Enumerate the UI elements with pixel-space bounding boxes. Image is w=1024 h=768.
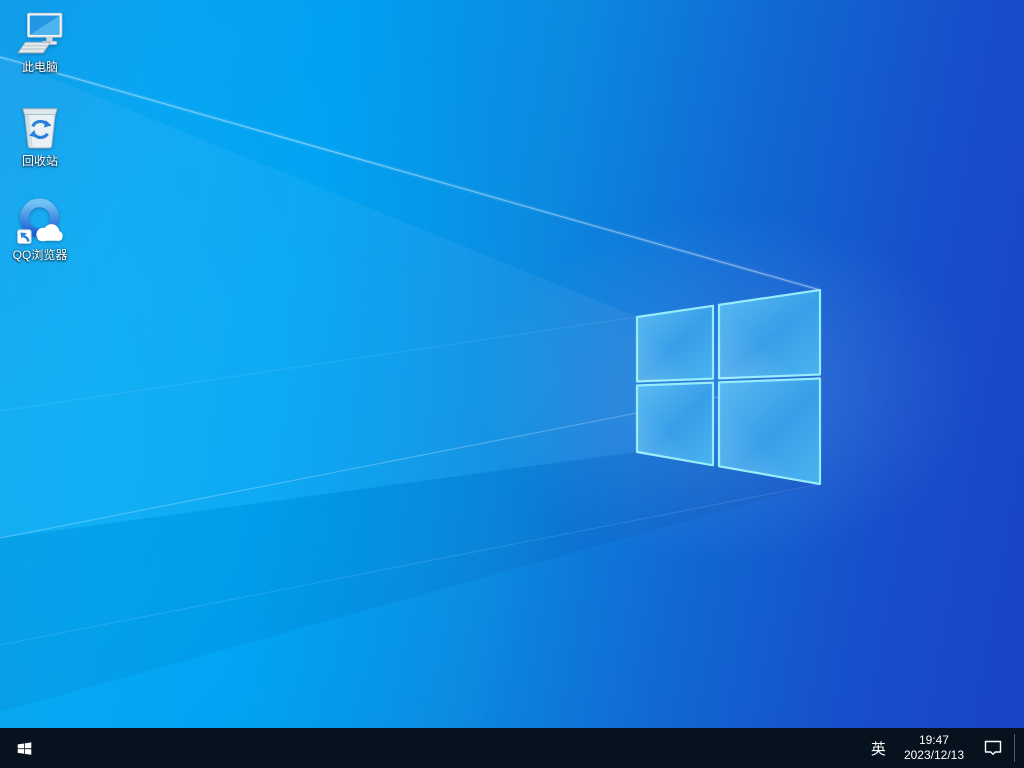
qq-browser-icon (17, 198, 63, 244)
windows-flag-logo (635, 288, 822, 486)
icon-label-qq-browser: QQ浏览器 (12, 248, 68, 262)
desktop-surface: 此电脑 回收站 QQ浏览器 (0, 0, 1024, 728)
clock-date: 2023/12/13 (903, 748, 964, 762)
show-desktop-strip[interactable] (1014, 734, 1024, 762)
clock-time: 19:47 (918, 733, 949, 747)
desktop-icon-this-pc[interactable]: 此电脑 (2, 8, 78, 74)
taskbar-clock[interactable]: 19:47 2023/12/13 (896, 728, 972, 768)
input-method-indicator[interactable]: 英 (861, 728, 896, 768)
desktop-icon-recycle-bin[interactable]: 回收站 (2, 102, 78, 168)
icon-label-recycle-bin: 回收站 (21, 154, 58, 168)
desktop-icon-qq-browser[interactable]: QQ浏览器 (2, 196, 78, 262)
taskbar: 英 19:47 2023/12/13 (0, 728, 1024, 768)
windows-start-icon (17, 741, 31, 755)
action-center-button[interactable] (972, 728, 1014, 768)
start-button[interactable] (0, 728, 48, 768)
icon-label-this-pc: 此电脑 (21, 60, 58, 74)
wallpaper-windows-flag (0, 55, 978, 712)
action-center-icon (984, 740, 1002, 755)
system-tray: 英 19:47 2023/12/13 (861, 728, 1024, 768)
this-pc-icon (17, 12, 63, 54)
recycle-bin-icon (22, 108, 58, 149)
